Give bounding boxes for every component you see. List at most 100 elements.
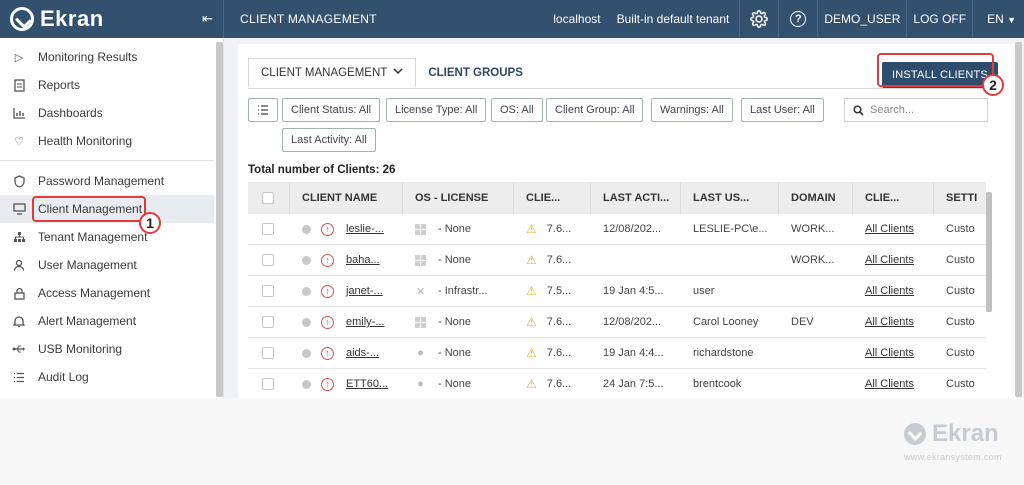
- column-header-client-group[interactable]: CLIE...: [853, 182, 934, 214]
- usb-icon: [12, 342, 26, 356]
- table-row[interactable]: ↑ emily-... - None ⚠ 7.6... 12/08/202... C…: [248, 307, 986, 338]
- upgrade-arrow-icon[interactable]: ↑: [321, 284, 334, 298]
- table-row[interactable]: ↑ janet-... ✕ - Infrastr... ⚠ 7.5... 19 Jan…: [248, 276, 986, 307]
- client-name-cell: ↑ ETT60...: [290, 369, 403, 398]
- sidebar-item-password-management[interactable]: Password Management: [0, 167, 214, 195]
- license-type-filter[interactable]: License Type: All: [386, 98, 487, 122]
- main-scrollbar[interactable]: [1015, 42, 1022, 397]
- client-name-link[interactable]: leslie-...: [346, 223, 384, 235]
- client-group-link[interactable]: All Clients: [865, 223, 914, 235]
- collapse-sidebar-icon[interactable]: ⇤: [202, 11, 213, 27]
- tenant-label[interactable]: Built-in default tenant: [611, 12, 740, 26]
- client-name-cell: ↑ aids-...: [290, 338, 403, 368]
- client-group-link[interactable]: All Clients: [865, 285, 914, 297]
- client-name-link[interactable]: baha...: [346, 254, 380, 266]
- list-icon: [12, 370, 26, 384]
- tab-client-management[interactable]: CLIENT MANAGEMENT: [248, 58, 417, 88]
- sidebar-item-monitoring-results[interactable]: ▷ Monitoring Results: [0, 43, 214, 71]
- search-input[interactable]: Search...: [844, 98, 988, 122]
- client-status-filter[interactable]: Client Status: All: [282, 98, 381, 122]
- column-header-client-name[interactable]: CLIENT NAME: [290, 182, 403, 214]
- sidebar-item-dashboards[interactable]: Dashboards: [0, 99, 214, 127]
- client-group-link[interactable]: All Clients: [865, 254, 914, 266]
- warnings-filter[interactable]: Warnings: All: [651, 98, 733, 122]
- sidebar-item-tenant-management[interactable]: Tenant Management: [0, 223, 214, 251]
- row-checkbox[interactable]: [262, 378, 274, 390]
- client-group-filter[interactable]: Client Group: All: [546, 98, 644, 122]
- upgrade-arrow-icon[interactable]: ↑: [321, 315, 334, 329]
- domain-cell: [779, 338, 853, 368]
- client-name-link[interactable]: janet-...: [346, 285, 383, 297]
- upgrade-arrow-icon[interactable]: ↑: [321, 346, 334, 360]
- windows-icon: [415, 316, 426, 328]
- row-checkbox[interactable]: [262, 285, 274, 297]
- last-activity-cell: 12/08/202...: [603, 316, 662, 328]
- sidebar-item-access-management[interactable]: Access Management: [0, 279, 214, 307]
- table-row[interactable]: ↑ leslie-... - None ⚠ 7.6... 12/08/202... …: [248, 214, 986, 245]
- tab-client-groups[interactable]: CLIENT GROUPS: [416, 58, 535, 88]
- table-header: CLIENT NAME OS - LICENSE CLIE... LAST AC…: [248, 182, 986, 214]
- upgrade-arrow-icon[interactable]: ↑: [321, 253, 334, 267]
- client-group-link[interactable]: All Clients: [865, 378, 914, 390]
- client-group-link[interactable]: All Clients: [865, 347, 914, 359]
- logoff-button[interactable]: LOG OFF: [907, 12, 972, 26]
- current-user[interactable]: DEMO_USER: [818, 12, 906, 26]
- row-checkbox[interactable]: [262, 316, 274, 328]
- sidebar-item-label: Audit Log: [38, 370, 89, 384]
- sidebar-item-label: Monitoring Results: [38, 50, 138, 64]
- sidebar-item-health-monitoring[interactable]: ♡ Health Monitoring: [0, 127, 214, 155]
- os-license-cell: ● - None: [403, 369, 514, 398]
- os-filter[interactable]: OS: All: [491, 98, 543, 122]
- last-user-cell: richardstone: [693, 347, 754, 359]
- sidebar-item-label: Tenant Management: [38, 230, 148, 244]
- last-activity-filter[interactable]: Last Activity: All: [282, 128, 376, 152]
- last-user-cell: [681, 245, 779, 275]
- chart-icon: [12, 106, 26, 120]
- sidebar-item-label: USB Monitoring: [38, 342, 123, 356]
- sidebar-item-user-management[interactable]: User Management: [0, 251, 214, 279]
- row-checkbox[interactable]: [262, 347, 274, 359]
- tab-bar: CLIENT MANAGEMENT CLIENT GROUPS: [248, 58, 535, 88]
- table-row[interactable]: ↑ baha... - None ⚠ 7.6... WORK... All Clie…: [248, 245, 986, 276]
- last-activity-cell: [591, 245, 681, 275]
- last-user-cell: brentcook: [693, 378, 742, 390]
- settings-button[interactable]: [740, 0, 778, 38]
- license-value: - None: [438, 254, 472, 266]
- os-license-cell: ● - None: [403, 338, 514, 368]
- sidebar-item-reports[interactable]: Reports: [0, 71, 214, 99]
- language-select[interactable]: EN ▼: [973, 12, 1024, 26]
- upgrade-arrow-icon[interactable]: ↑: [321, 222, 334, 236]
- column-header-os-license[interactable]: OS - LICENSE: [403, 182, 514, 214]
- logo[interactable]: Ekran ⇤: [0, 0, 224, 38]
- table-row[interactable]: ↑ aids-... ● - None ⚠ 7.6... 19 Jan 4:4... …: [248, 338, 986, 369]
- table-row[interactable]: ↑ ETT60... ● - None ⚠ 7.6... 24 Jan 7:5... …: [248, 369, 986, 398]
- row-checkbox[interactable]: [262, 254, 274, 266]
- column-header-domain[interactable]: DOMAIN: [779, 182, 853, 214]
- column-header-client-version[interactable]: CLIE...: [514, 182, 591, 214]
- row-select-cell: [248, 369, 290, 398]
- last-user-filter[interactable]: Last User: All: [741, 98, 824, 122]
- last-user-cell: Carol Looney: [693, 316, 759, 328]
- table-scrollbar[interactable]: [986, 192, 992, 312]
- client-name-link[interactable]: ETT60...: [346, 378, 388, 390]
- version-value: 7.6...: [546, 223, 572, 235]
- client-group-cell: All Clients: [853, 276, 934, 306]
- sidebar-item-usb-monitoring[interactable]: USB Monitoring: [0, 335, 214, 363]
- client-name-link[interactable]: emily-...: [346, 316, 385, 328]
- sidebar-item-alert-management[interactable]: Alert Management: [0, 307, 214, 335]
- select-all-checkbox[interactable]: [262, 192, 274, 204]
- column-chooser-button[interactable]: [248, 98, 278, 122]
- apple-icon: ●: [417, 378, 424, 390]
- upgrade-arrow-icon[interactable]: ↑: [321, 377, 334, 391]
- row-checkbox[interactable]: [262, 223, 274, 235]
- client-group-link[interactable]: All Clients: [865, 316, 914, 328]
- domain-cell: [779, 276, 853, 306]
- sidebar-item-audit-log[interactable]: Audit Log: [0, 363, 214, 391]
- column-header-settings[interactable]: SETTI: [934, 182, 986, 214]
- column-header-last-activity[interactable]: LAST ACTI...: [591, 182, 681, 214]
- client-name-link[interactable]: aids-...: [346, 347, 379, 359]
- ekran-logo-icon: [10, 7, 34, 31]
- help-button[interactable]: ?: [779, 0, 817, 38]
- column-header-last-user[interactable]: LAST US...: [681, 182, 779, 214]
- sidebar-scrollbar[interactable]: [216, 42, 223, 397]
